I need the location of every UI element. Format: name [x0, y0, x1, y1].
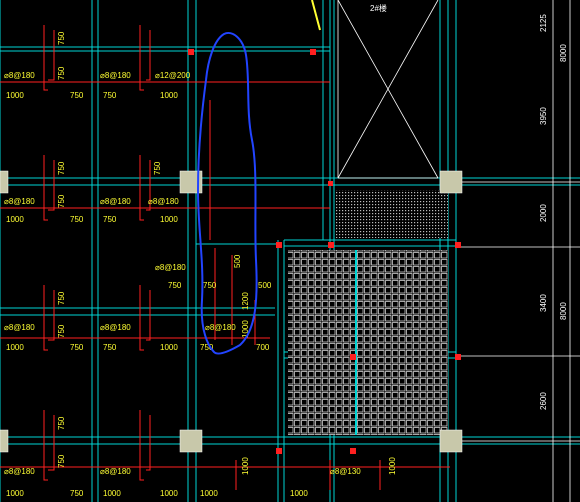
rebar-label: ⌀12@200: [155, 71, 191, 80]
rebar-label: ⌀8@180: [100, 467, 131, 476]
dim-label: 1000: [241, 320, 250, 338]
stair-label: 2#楼: [370, 3, 387, 13]
rebar-label: ⌀8@180: [148, 197, 179, 206]
dim-label: 750: [153, 161, 162, 175]
rebar-label: ⌀8@180: [205, 323, 236, 332]
dim-label: 750: [103, 215, 117, 224]
dim-label: 1000: [6, 91, 24, 100]
dim-label: 1000: [388, 457, 397, 475]
rebar-label: ⌀8@180: [100, 197, 131, 206]
right-dimension-axis: [456, 0, 580, 502]
dim-label: 500: [258, 281, 272, 290]
rebar-label: ⌀8@180: [100, 323, 131, 332]
dim-label: 750: [70, 489, 84, 498]
dim-label: 750: [103, 91, 117, 100]
dim-label: 1000: [6, 215, 24, 224]
dim-label: 750: [70, 215, 84, 224]
rebar-label: ⌀8@130: [330, 467, 361, 476]
dim-label: 750: [57, 324, 66, 338]
dim-label: 750: [70, 91, 84, 100]
rebar-label: ⌀8@180: [155, 263, 186, 272]
dim-label: 1000: [103, 489, 121, 498]
dim-label: 500: [233, 254, 242, 268]
stair-opening: [337, 0, 439, 179]
dim-label: 750: [70, 343, 84, 352]
dim-label: 750: [57, 454, 66, 468]
dim-label: 750: [57, 66, 66, 80]
dim-label: 1000: [160, 489, 178, 498]
dim-label: 750: [57, 161, 66, 175]
dim-label: 700: [256, 343, 270, 352]
dim-label: 3400: [539, 294, 548, 312]
dim-label: 750: [168, 281, 182, 290]
dim-label: 1000: [241, 457, 250, 475]
dim-label: 2125: [539, 14, 548, 32]
dim-label: 8000: [559, 302, 568, 320]
right-dimension-labels: 2125 8000 3950 2000 3400 8000 2600: [539, 14, 568, 410]
rebar-label: ⌀8@180: [100, 71, 131, 80]
dim-label: 1000: [160, 343, 178, 352]
hatch-grid: [288, 250, 448, 435]
dim-label: 1000: [200, 489, 218, 498]
dim-label: 1000: [6, 343, 24, 352]
dim-label: 2000: [539, 204, 548, 222]
dim-label: 1000: [290, 489, 308, 498]
dim-label: 1000: [6, 489, 24, 498]
rebar-label: ⌀8@180: [4, 467, 35, 476]
dim-label: 1000: [160, 91, 178, 100]
dim-label: 750: [57, 291, 66, 305]
dim-label: 750: [103, 343, 117, 352]
rebar-label: ⌀8@180: [4, 197, 35, 206]
cad-canvas[interactable]: 2#楼 ⌀8@180 ⌀8@180 ⌀12@200 ⌀8@180 ⌀8@180 …: [0, 0, 580, 502]
dim-label: 2600: [539, 392, 548, 410]
dim-label: 8000: [559, 44, 568, 62]
dim-label: 1000: [160, 215, 178, 224]
dim-label: 750: [57, 31, 66, 45]
rebar-label: ⌀8@180: [4, 71, 35, 80]
hatch-dotted: [336, 190, 448, 238]
dim-label: 750: [57, 416, 66, 430]
dim-label: 750: [203, 281, 217, 290]
dim-label: 3950: [539, 107, 548, 125]
rebar-label: ⌀8@180: [4, 323, 35, 332]
dim-label: 1200: [241, 292, 250, 310]
dim-label: 750: [57, 194, 66, 208]
